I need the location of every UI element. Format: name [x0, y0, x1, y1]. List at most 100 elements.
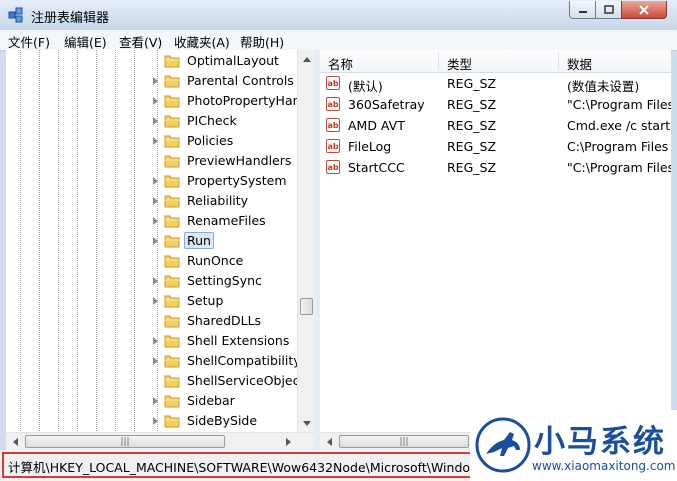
tree-item[interactable]: Run: [6, 231, 301, 251]
folder-icon: [164, 275, 180, 288]
value-type: REG_SZ: [447, 118, 497, 133]
minimize-button[interactable]: [569, 1, 596, 19]
expand-arrow-icon[interactable]: [153, 337, 158, 345]
tree-item[interactable]: SideBySide: [6, 411, 301, 431]
folder-icon: [164, 315, 180, 328]
expand-arrow-icon[interactable]: [153, 357, 158, 365]
value-data: "C:\Program Files: [567, 160, 671, 175]
window-title: 注册表编辑器: [31, 11, 110, 26]
tree-item[interactable]: PhotoPropertyHandler: [6, 91, 314, 111]
value-row[interactable]: ab AMD AVT REG_SZ Cmd.exe /c start: [320, 115, 671, 136]
column-header-name[interactable]: 名称: [328, 54, 353, 73]
menu-favorites[interactable]: 收藏夹(A): [174, 32, 230, 51]
arrow-down-icon: [302, 420, 311, 426]
maximize-icon: [603, 4, 614, 14]
menu-file[interactable]: 文件(F): [8, 32, 50, 51]
registry-editor-window: 注册表编辑器 文件(F) 编辑(E) 查看(V) 收藏夹(A) 帮助(H) Op…: [0, 0, 677, 481]
expand-arrow-icon[interactable]: [153, 77, 158, 85]
tree-item[interactable]: Setup: [6, 291, 301, 311]
column-header-data[interactable]: 数据: [567, 54, 592, 73]
tree-item-label: Run: [184, 232, 214, 249]
scroll-right-button[interactable]: [280, 433, 297, 450]
tree-vertical-scrollbar[interactable]: [297, 50, 314, 432]
folder-icon: [164, 95, 180, 108]
value-data: Cmd.exe /c start: [567, 118, 671, 133]
value-row[interactable]: ab (默认) REG_SZ (数值未设置): [320, 73, 671, 94]
tree-item-label: RenameFiles: [187, 213, 266, 228]
expand-arrow-icon[interactable]: [153, 297, 158, 305]
tree-item-label: RunOnce: [187, 253, 244, 268]
tree-item[interactable]: OptimalLayout: [6, 51, 301, 71]
tree-item-label: ShellCompatibility: [187, 353, 301, 368]
tree-item-label: OptimalLayout: [187, 53, 279, 68]
tree-item-label: Policies: [187, 133, 234, 148]
string-value-icon: ab: [326, 139, 340, 153]
expand-arrow-icon[interactable]: [153, 177, 158, 185]
horse-logo-icon: [475, 417, 531, 473]
folder-icon: [164, 235, 180, 248]
scroll-left-button[interactable]: [320, 433, 337, 450]
tree-item[interactable]: Reliability: [6, 191, 301, 211]
value-row[interactable]: ab StartCCC REG_SZ "C:\Program Files: [320, 157, 671, 178]
folder-icon: [164, 195, 180, 208]
menu-view[interactable]: 查看(V): [119, 32, 162, 51]
expand-arrow-icon[interactable]: [153, 397, 158, 405]
string-value-icon: ab: [326, 118, 340, 132]
maximize-button[interactable]: [595, 1, 622, 19]
tree-item[interactable]: Sidebar: [6, 391, 301, 411]
tree-item[interactable]: SharedDLLs: [6, 311, 301, 331]
expand-arrow-icon[interactable]: [153, 417, 158, 425]
tree-hscroll-thumb[interactable]: |||: [25, 435, 225, 448]
value-type: REG_SZ: [447, 160, 497, 175]
watermark-url: www.xiaomaxitong.com: [532, 459, 676, 473]
tree-item[interactable]: Parental Controls: [6, 71, 301, 91]
value-type: REG_SZ: [447, 139, 497, 154]
scroll-down-button[interactable]: [298, 415, 314, 432]
values-list[interactable]: 名称 类型 数据 ab (默认) REG_SZ (数值未设置) ab 360Safetra…: [320, 50, 671, 432]
minimize-icon: [578, 10, 587, 13]
tree-scroll-thumb[interactable]: [300, 298, 313, 315]
folder-icon: [164, 55, 180, 68]
tree-item-label: SettingSync: [187, 273, 262, 288]
expand-arrow-icon[interactable]: [153, 197, 158, 205]
menu-help[interactable]: 帮助(H): [240, 32, 284, 51]
column-header-type[interactable]: 类型: [447, 54, 472, 73]
folder-icon: [164, 115, 180, 128]
folder-icon: [164, 255, 180, 268]
tree-item[interactable]: RenameFiles: [6, 211, 301, 231]
tree-item-label: PreviewHandlers: [187, 153, 292, 168]
close-button[interactable]: [621, 1, 667, 19]
expand-arrow-icon[interactable]: [153, 97, 158, 105]
expand-arrow-icon[interactable]: [153, 137, 158, 145]
expand-arrow-icon[interactable]: [153, 237, 158, 245]
tree-item[interactable]: PropertySystem: [6, 171, 301, 191]
column-separator[interactable]: [558, 52, 559, 70]
list-hscroll-thumb[interactable]: |||: [339, 435, 469, 448]
registry-tree[interactable]: OptimalLayout Parental Controls PhotoPrope…: [6, 50, 314, 432]
tree-item[interactable]: Shell Extensions: [6, 331, 301, 351]
scroll-up-button[interactable]: [298, 50, 314, 67]
string-value-icon: ab: [326, 76, 340, 90]
menu-edit[interactable]: 编辑(E): [64, 32, 107, 51]
value-name: FileLog: [348, 139, 392, 154]
expand-arrow-icon[interactable]: [153, 117, 158, 125]
scroll-left-button[interactable]: [6, 433, 23, 450]
tree-item[interactable]: PICheck: [6, 111, 301, 131]
value-row[interactable]: ab 360Safetray REG_SZ "C:\Program Files: [320, 94, 671, 115]
column-separator[interactable]: [438, 52, 439, 70]
tree-item[interactable]: ShellServiceObjectDelayLoad: [6, 371, 314, 391]
tree-item[interactable]: PreviewHandlers: [6, 151, 301, 171]
value-type: REG_SZ: [447, 76, 497, 91]
expand-arrow-icon[interactable]: [153, 277, 158, 285]
tree-item[interactable]: Policies: [6, 131, 301, 151]
folder-icon: [164, 395, 180, 408]
watermark-brand: 小马系统: [534, 424, 666, 460]
expand-arrow-icon[interactable]: [153, 217, 158, 225]
tree-horizontal-scrollbar[interactable]: |||: [6, 432, 314, 450]
tree-item[interactable]: SettingSync: [6, 271, 301, 291]
value-row[interactable]: ab FileLog REG_SZ C:\Program Files: [320, 136, 671, 157]
tree-item[interactable]: ShellCompatibility: [6, 351, 301, 371]
tree-item[interactable]: RunOnce: [6, 251, 301, 271]
close-icon: [639, 4, 649, 15]
tree-item-label: Sidebar: [187, 393, 235, 408]
